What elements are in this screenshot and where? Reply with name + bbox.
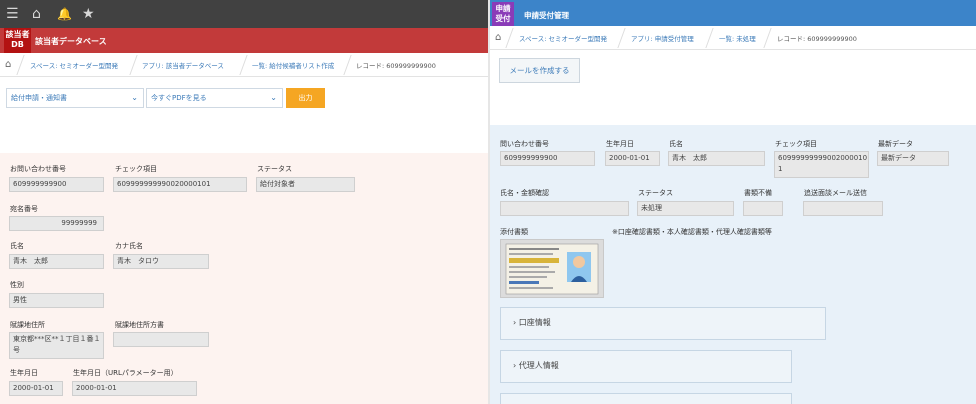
gender-field: 男性 — [9, 293, 104, 308]
chevron-down-icon: ⌄ — [131, 93, 138, 102]
field-label: 氏名 — [10, 242, 24, 250]
create-mail-button[interactable]: メールを作成する — [499, 58, 580, 83]
inquiry-number-field: 609999999900 — [9, 177, 104, 192]
address-field: 東京都***区**１丁目１番１号 — [9, 332, 104, 359]
status-field: 給付対象者 — [256, 177, 355, 192]
accordion-label: 口座情報 — [518, 318, 551, 327]
docs-missing-field — [743, 201, 783, 216]
attachments-label: 添付書類 — [500, 228, 528, 236]
field-label: 生年月日 — [10, 369, 38, 377]
breadcrumb-record: レコード: 609999999900 — [356, 62, 436, 70]
top-bar: ☰ ⌂ 🔔 ★ — [0, 0, 488, 28]
attachments-note: ※口座確認書類・本人確認書類・代理人確認書類等 — [612, 228, 772, 236]
breadcrumb-space[interactable]: スペース: セミオーダー型開発 — [519, 33, 607, 43]
menu-icon[interactable]: ☰ — [6, 6, 19, 22]
field-label: 問い合わせ番号 — [500, 140, 549, 148]
field-label: 賦課地住所方書 — [115, 321, 164, 329]
kana-field: 青木 タロウ — [113, 254, 209, 269]
chevron-down-icon: ⌄ — [270, 93, 277, 102]
chevron-right-icon: › — [513, 318, 517, 327]
record-form: 問い合わせ番号 609999999900 生年月日 2000-01-01 氏名 … — [490, 125, 976, 404]
app-icon[interactable]: 申請 受付 — [492, 2, 514, 26]
latest-data-field: 最新データ — [877, 151, 949, 166]
accordion-label: 代理人情報 — [518, 361, 559, 370]
accordion-agent-info[interactable]: › 代理人情報 — [500, 350, 792, 383]
field-label: チェック項目 — [115, 165, 157, 173]
field-label: 生年月日 — [606, 140, 634, 148]
star-icon[interactable]: ★ — [82, 6, 95, 22]
breadcrumb-app[interactable]: アプリ: 該当者データベース — [142, 60, 224, 70]
name-field: 青木 太郎 — [668, 151, 765, 166]
right-window: 申請 受付 申請受付管理 ⌂ スペース: セミオーダー型開発 アプリ: 申請受付管… — [490, 0, 976, 404]
left-window: ☰ ⌂ 🔔 ★ 該当者 DB 該当者データベース ⌂ スペース: セミオーダー型開… — [0, 0, 488, 404]
home-icon[interactable]: ⌂ — [5, 59, 11, 70]
status-field: 未処理 — [637, 201, 734, 216]
attachment-thumbnail[interactable] — [500, 239, 604, 298]
field-label: 生年月日（URLパラメーター用） — [73, 369, 178, 377]
field-label: お問い合わせ番号 — [10, 165, 66, 173]
accordion-account-info[interactable]: › 口座情報 — [500, 307, 826, 340]
birthdate-url-field: 2000-01-01 — [72, 381, 197, 396]
resend-mail-field — [803, 201, 883, 216]
breadcrumb-view[interactable]: 一覧: 未処理 — [719, 33, 756, 43]
bell-icon[interactable]: 🔔 — [57, 6, 72, 22]
address-note-field — [113, 332, 209, 347]
birthdate-field: 2000-01-01 — [9, 381, 63, 396]
home-icon[interactable]: ⌂ — [495, 32, 501, 43]
app-title[interactable]: 申請受付管理 — [524, 10, 569, 21]
field-label: カナ氏名 — [115, 242, 143, 250]
address-number-field: 99999999 — [9, 216, 104, 231]
app-icon[interactable]: 該当者 DB — [4, 28, 31, 53]
breadcrumb-space[interactable]: スペース: セミオーダー型開発 — [30, 60, 118, 70]
field-label: 宛名番号 — [10, 205, 38, 213]
app-icon-text: 該当者 — [5, 30, 30, 39]
chevron-right-icon: › — [513, 361, 517, 370]
home-icon[interactable]: ⌂ — [32, 6, 41, 22]
output-button[interactable]: 出力 — [286, 88, 325, 108]
field-label: 氏名・金額確認 — [500, 189, 549, 197]
id-card-image — [505, 243, 599, 295]
field-label: ステータス — [638, 189, 673, 197]
name-amount-check-field — [500, 201, 629, 216]
check-item-field: 609999999990020000101 — [113, 177, 247, 192]
record-form: お問い合わせ番号 609999999900 チェック項目 60999999999… — [0, 153, 488, 404]
check-item-field: 609999999990020000101 — [774, 151, 869, 178]
accordion-next[interactable] — [500, 393, 792, 404]
field-label: チェック項目 — [775, 140, 817, 148]
app-icon-text: 申請 — [495, 4, 511, 13]
app-icon-text: 受付 — [495, 14, 511, 23]
field-label: 書類不備 — [744, 189, 772, 197]
app-icon-text: DB — [11, 40, 24, 49]
field-label: ステータス — [257, 165, 292, 173]
field-label: 性別 — [10, 281, 24, 289]
breadcrumb-record: レコード: 609999999900 — [777, 35, 857, 43]
template-select-value: 給付申請・通知書 — [11, 94, 67, 102]
breadcrumb: ⌂ スペース: セミオーダー型開発 アプリ: 申請受付管理 一覧: 未処理 レコ… — [490, 26, 976, 50]
breadcrumb-view[interactable]: 一覧: 給付候補者リスト作成 — [252, 60, 334, 70]
birthdate-field: 2000-01-01 — [605, 151, 660, 166]
name-field: 青木 太郎 — [9, 254, 104, 269]
app-title[interactable]: 該当者データベース — [35, 36, 107, 47]
breadcrumb: ⌂ スペース: セミオーダー型開発 アプリ: 該当者データベース 一覧: 給付候… — [0, 53, 488, 77]
inquiry-number-field: 609999999900 — [500, 151, 595, 166]
template-select[interactable]: 給付申請・通知書 ⌄ — [6, 88, 144, 108]
breadcrumb-app[interactable]: アプリ: 申請受付管理 — [631, 33, 694, 43]
pdf-select-value: 今すぐPDFを見る — [151, 94, 207, 102]
pdf-select[interactable]: 今すぐPDFを見る ⌄ — [146, 88, 283, 108]
field-label: 氏名 — [669, 140, 683, 148]
field-label: 追送面談メール送信 — [804, 189, 867, 197]
field-label: 賦課地住所 — [10, 321, 45, 329]
field-label: 最新データ — [878, 140, 913, 148]
